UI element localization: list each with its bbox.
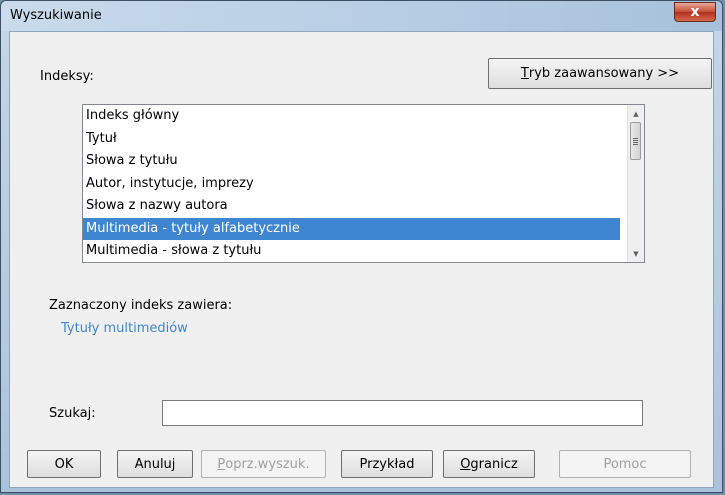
help-button[interactable]: Pomoc	[559, 450, 691, 478]
close-icon: x	[690, 4, 700, 20]
title-bar[interactable]: Wyszukiwanie x	[1, 1, 722, 31]
advanced-mode-mnemonic: T	[520, 66, 529, 81]
index-list-items: Indeks główny Tytuł Słowa z tytułu Autor, i…	[83, 105, 644, 262]
restrict-button[interactable]: Ogranicz	[443, 450, 535, 478]
scroll-grip-icon	[633, 137, 638, 145]
search-label: Szukaj:	[49, 406, 96, 421]
scroll-down-arrow-icon[interactable]: ▼	[628, 245, 644, 262]
previous-search-label: oprz.wyszuk.	[225, 456, 310, 472]
cancel-button[interactable]: Anuluj	[117, 450, 193, 478]
restrict-button-label: granicz	[470, 456, 518, 472]
index-listbox[interactable]: Indeks główny Tytuł Słowa z tytułu Autor, i…	[82, 104, 645, 263]
index-list-item[interactable]: Autor, instytucje, imprezy	[83, 173, 620, 196]
restrict-mnemonic: O	[460, 456, 471, 472]
advanced-mode-button[interactable]: Tryb zaawansowany >>	[488, 58, 712, 89]
example-button-label: Przykład	[359, 456, 415, 472]
advanced-mode-label: ryb zaawansowany >>	[528, 66, 680, 81]
ok-button[interactable]: OK	[27, 450, 101, 478]
previous-search-button[interactable]: Poprz.wyszuk.	[201, 450, 326, 478]
index-list-item[interactable]: Słowa z nazwy autora	[83, 195, 620, 218]
selected-index-contains-label: Zaznaczony indeks zawiera:	[49, 298, 233, 313]
index-list-item[interactable]: Multimedia - tytuły alfabetycznie	[83, 217, 620, 240]
list-scrollbar[interactable]: ▲ ▼	[627, 105, 644, 262]
indexes-label: Indeksy:	[40, 69, 94, 84]
scroll-up-arrow-icon[interactable]: ▲	[628, 105, 644, 122]
window-title: Wyszukiwanie	[10, 8, 102, 23]
search-dialog-window: Wyszukiwanie x Indeksy: Tryb zaawansowan…	[0, 0, 723, 493]
selected-index-contains-value: Tytuły multimediów	[61, 321, 188, 336]
dialog-client-area: Indeksy: Tryb zaawansowany >> Indeks głó…	[9, 31, 714, 488]
index-list-item[interactable]: Tytuł	[83, 128, 620, 151]
previous-search-mnemonic: P	[217, 456, 226, 472]
index-list-item[interactable]: Słowa z tytułu	[83, 150, 620, 173]
index-list-item[interactable]: Indeks główny	[83, 105, 620, 128]
cancel-button-label: Anuluj	[134, 456, 176, 472]
index-list-item[interactable]: Multimedia - słowa z tytułu	[83, 240, 620, 262]
example-button[interactable]: Przykład	[341, 450, 433, 478]
search-input[interactable]	[162, 400, 643, 426]
scroll-thumb[interactable]	[630, 122, 641, 160]
help-button-label: Pomoc	[603, 456, 647, 472]
close-button[interactable]: x	[674, 2, 716, 22]
ok-button-label: OK	[54, 456, 74, 472]
